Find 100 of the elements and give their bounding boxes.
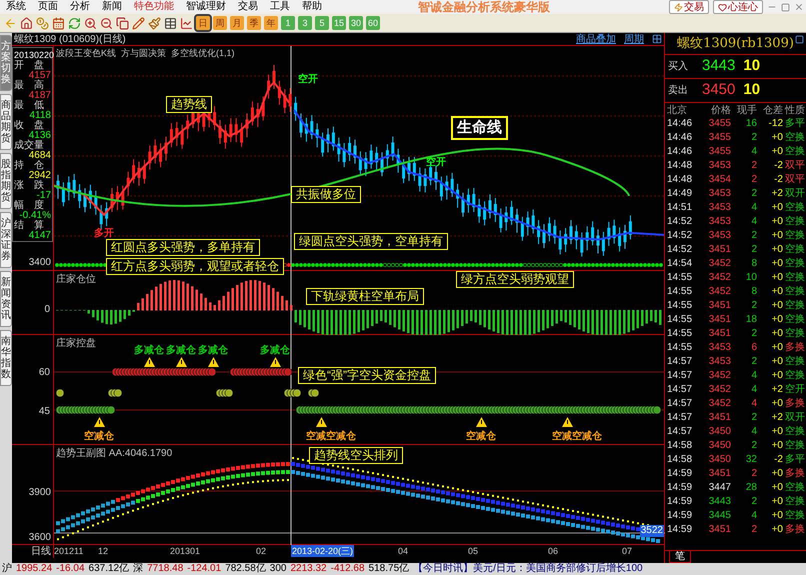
warning-icon — [476, 417, 487, 427]
side-tab[interactable]: 股指期货 — [0, 153, 12, 209]
menu-item[interactable]: 智诚理财 — [180, 1, 232, 13]
signal-label: 空减仓 — [466, 431, 496, 442]
close-icon[interactable] — [794, 2, 804, 12]
tick-price: 3451 — [708, 327, 731, 341]
tick-price: 3451 — [708, 313, 731, 327]
tick-oi-change: -2 — [773, 173, 783, 187]
restore-icon[interactable] — [795, 35, 804, 44]
tick-oi-change: +0 — [770, 327, 783, 341]
info-value: 4187 — [28, 91, 51, 101]
zoom-in-icon[interactable] — [84, 16, 97, 30]
tick-volume: 10 — [744, 271, 757, 285]
column-header: 性质 — [784, 104, 805, 118]
menu-item[interactable]: 交易 — [232, 1, 264, 13]
zoom-out-icon[interactable] — [100, 16, 113, 30]
tick-price: 3452 — [708, 271, 731, 285]
tick-volume: 4 — [750, 397, 757, 411]
brush-icon[interactable] — [148, 16, 161, 30]
side-tab[interactable]: 沪深证券 — [0, 212, 12, 268]
tick-price: 3453 — [708, 341, 731, 355]
tick-price: 3451 — [708, 523, 731, 537]
side-tab[interactable]: 商品期货 — [0, 94, 12, 150]
period-button[interactable]: 日 — [196, 16, 210, 30]
circle-cluster — [308, 388, 320, 398]
coins-icon[interactable] — [36, 16, 49, 30]
column-header: 现手 — [736, 104, 757, 118]
line-chart-icon[interactable] — [180, 16, 193, 30]
axis-tick: 07 — [622, 545, 632, 557]
menu-item[interactable]: 新闻 — [96, 1, 128, 13]
menu-item[interactable]: 分析 — [64, 1, 96, 13]
period-button[interactable]: 年 — [264, 16, 278, 30]
table-icon[interactable] — [164, 16, 177, 30]
signal-label: 多减仓 — [260, 345, 290, 356]
info-label: 最 低 — [14, 101, 45, 111]
tick-nature: 空换 — [784, 369, 805, 383]
tick-oi-change: +0 — [770, 509, 783, 523]
period-button[interactable]: 月 — [230, 16, 244, 30]
tick-time: 14:57 — [667, 397, 694, 411]
side-tab[interactable]: 南华指数 — [0, 330, 12, 386]
tick-time: 14:57 — [667, 355, 694, 369]
copy-icon[interactable] — [116, 16, 129, 30]
side-tab[interactable]: 新闻资讯 — [0, 271, 12, 327]
warning-icon — [270, 357, 281, 367]
chart-link[interactable]: 周期 — [624, 32, 644, 46]
menu-item[interactable]: 帮助 — [296, 1, 328, 13]
circle-cluster — [108, 388, 122, 398]
tick-oi-change: +0 — [770, 481, 783, 495]
column-header: 仓差 — [762, 104, 783, 118]
chart-link[interactable]: 商品叠加 — [576, 32, 616, 46]
refresh-icon[interactable] — [68, 16, 81, 30]
home-icon[interactable] — [20, 16, 33, 30]
menu-item[interactable]: 系统 — [0, 1, 32, 13]
tick-volume: 4 — [750, 201, 757, 215]
pencil-icon[interactable] — [132, 16, 145, 30]
header-button[interactable]: 心连心 — [713, 0, 763, 14]
side-tab[interactable]: 方案切换 — [0, 35, 12, 91]
tick-price: 3455 — [708, 131, 731, 145]
tick-time: 14:57 — [667, 383, 694, 397]
tick-volume: 2 — [750, 159, 757, 173]
chart-annotation: 红圆点多头强势，多单持有 — [106, 239, 260, 256]
tick-nature: 空换 — [784, 299, 805, 313]
tick-nature: 多换 — [784, 523, 805, 537]
tick-nature: 多换 — [784, 397, 805, 411]
tick-oi-change: +0 — [770, 215, 783, 229]
period-button[interactable]: 周 — [213, 16, 227, 30]
tick-time: 14:59 — [667, 509, 694, 523]
tick-oi-change: +0 — [770, 355, 783, 369]
status-text: 637.12亿 — [88, 563, 130, 575]
chart-annotation: 生命线 — [451, 116, 508, 140]
tick-price: 3453 — [708, 215, 731, 229]
menu-item[interactable]: 页面 — [32, 1, 64, 13]
circle-cluster — [284, 388, 302, 398]
signal-label: 多减仓 — [134, 345, 164, 356]
tick-time: 14:59 — [667, 495, 694, 509]
menu-item[interactable]: 工具 — [264, 1, 296, 13]
maximize-icon[interactable] — [781, 2, 790, 12]
calendar-icon[interactable] — [52, 16, 65, 30]
tick-price: 3453 — [708, 355, 731, 369]
pane-title: 趋势王副图 AA:4046.1790 — [56, 446, 172, 461]
quote-volume: 10 — [743, 56, 760, 76]
tick-oi-change: +0 — [770, 397, 783, 411]
tick-volume: 8 — [750, 285, 757, 299]
tick-volume: 2 — [750, 523, 757, 537]
menu-item[interactable]: 特色功能 — [128, 1, 180, 13]
status-text: 1995.24 — [16, 563, 52, 575]
tick-time: 14:55 — [667, 299, 694, 313]
tick-nature: 空换 — [784, 313, 805, 327]
info-value: -0.41% — [19, 211, 51, 221]
tick-nature: 空换 — [784, 285, 805, 299]
tick-time: 14:52 — [667, 229, 694, 243]
period-button[interactable]: 季 — [247, 16, 261, 30]
tick-volume: 2 — [750, 495, 757, 509]
info-value: 4157 — [28, 71, 51, 81]
axis-tick: 12 — [98, 545, 108, 557]
tick-time: 14:59 — [667, 467, 694, 481]
header-button[interactable]: 交易 — [669, 0, 709, 14]
tick-time: 14:49 — [667, 187, 694, 201]
tick-time: 14:55 — [667, 271, 694, 285]
layout-icon[interactable] — [652, 34, 662, 44]
